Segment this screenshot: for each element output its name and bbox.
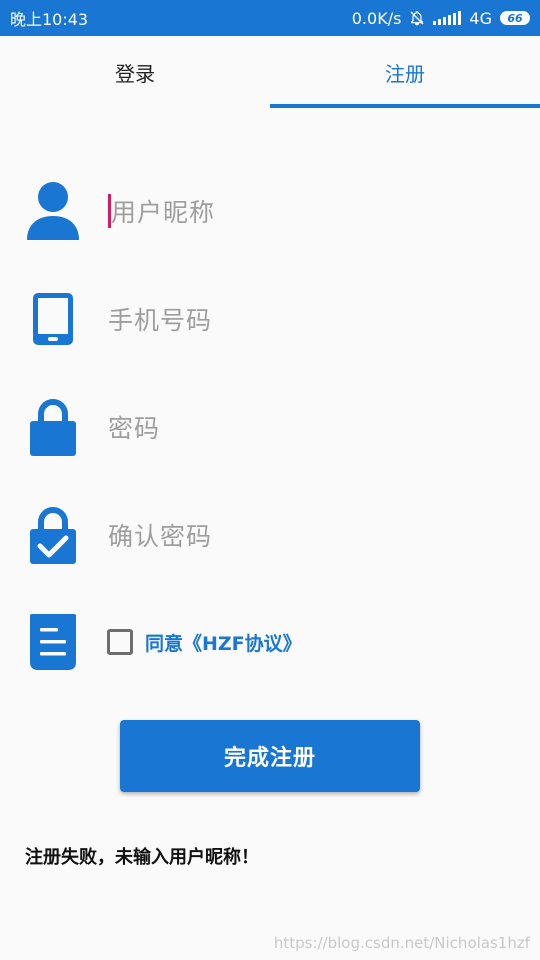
nickname-placeholder: 用户昵称: [111, 198, 216, 227]
document-icon: [26, 610, 80, 674]
status-time: 晚上10:43: [10, 10, 89, 29]
battery-icon: 66: [500, 11, 530, 25]
network-type: 4G: [469, 8, 492, 28]
agreement-row: 同意《HZF协议》: [0, 610, 540, 674]
net-speed: 0.0K/s: [351, 8, 402, 28]
error-message: 注册失败，未输入用户昵称！: [25, 847, 259, 868]
password-placeholder: 密码: [108, 414, 161, 443]
phone-input[interactable]: 手机号码: [108, 299, 212, 339]
status-indicators: 0.0K/s 4G 66: [352, 9, 530, 28]
lock-icon: [26, 395, 80, 459]
nickname-row: 用户昵称: [0, 176, 540, 246]
password-input[interactable]: 密码: [108, 407, 160, 447]
tab-register[interactable]: 注册: [270, 36, 540, 108]
tab-login[interactable]: 登录: [0, 36, 270, 108]
confirm-password-input[interactable]: 确认密码: [108, 515, 212, 555]
signal-icon: [433, 11, 462, 25]
password-row: 密码: [0, 392, 540, 462]
user-icon: [26, 179, 80, 243]
agreement-checkbox[interactable]: [107, 629, 133, 655]
phone-icon: [26, 287, 80, 351]
phone-row: 手机号码: [0, 284, 540, 354]
tab-bar: 登录 注册: [0, 36, 540, 108]
complete-register-button[interactable]: 完成注册: [120, 720, 420, 792]
confirm-password-placeholder: 确认密码: [108, 522, 213, 551]
lock-check-icon: [26, 503, 80, 567]
watermark: https://blog.csdn.net/Nicholas1hzf: [273, 934, 530, 952]
agreement-link[interactable]: 同意《HZF协议》: [145, 629, 302, 656]
bell-off-icon: [410, 11, 424, 26]
confirm-password-row: 确认密码: [0, 500, 540, 570]
status-bar: 晚上10:43 0.0K/s 4G 66: [0, 0, 540, 36]
nickname-input[interactable]: 用户昵称: [108, 191, 215, 231]
phone-placeholder: 手机号码: [108, 306, 213, 335]
